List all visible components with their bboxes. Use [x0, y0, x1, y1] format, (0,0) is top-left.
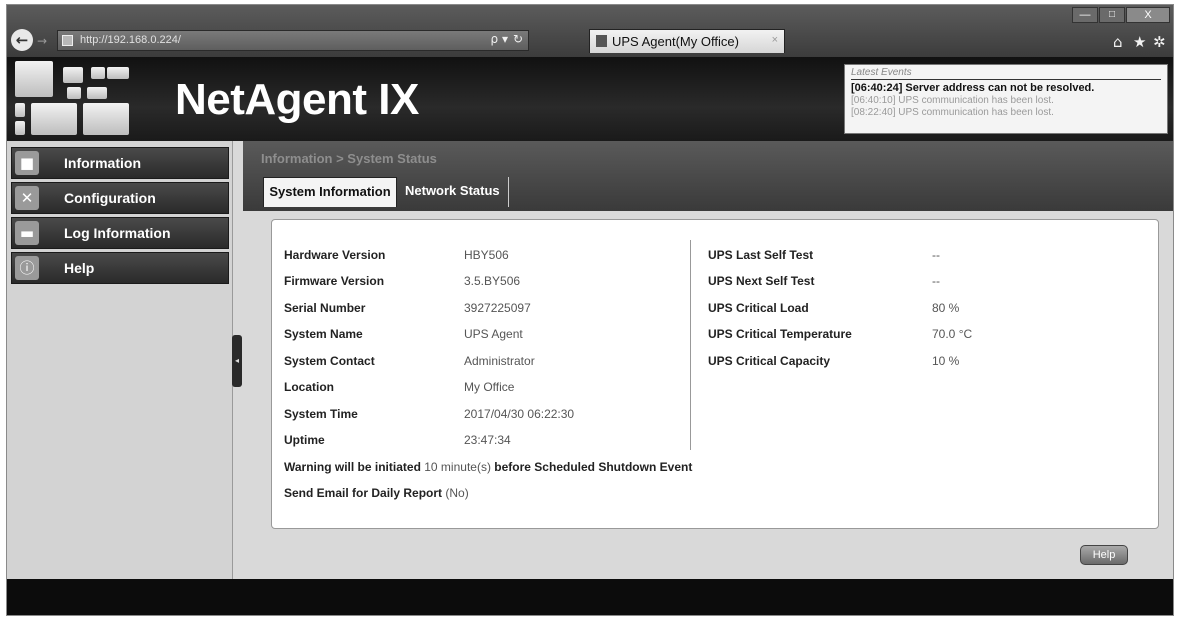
- sidebar-item-label: Information: [64, 155, 141, 171]
- system-information-panel: Hardware Version HBY506 Firmware Version…: [271, 219, 1159, 529]
- info-value: HBY506: [464, 248, 509, 262]
- info-label: Location: [284, 380, 334, 394]
- info-value: Administrator: [464, 354, 535, 368]
- ups-label: UPS Critical Load: [708, 301, 809, 315]
- info-value: UPS Agent: [464, 327, 523, 341]
- ups-label: UPS Critical Capacity: [708, 354, 831, 368]
- info-label: Serial Number: [284, 301, 366, 315]
- ups-label: UPS Last Self Test: [708, 248, 814, 262]
- sidebar-collapse-handle[interactable]: ◂: [232, 335, 242, 387]
- ups-label: UPS Next Self Test: [708, 274, 815, 288]
- folder-icon: ▬: [15, 221, 39, 245]
- event-item: [08:22:40] UPS communication has been lo…: [851, 107, 1054, 118]
- browser-tab[interactable]: UPS Agent(My Office) ×: [589, 29, 785, 53]
- app-title: NetAgent IX: [175, 75, 419, 124]
- ups-value: 10 %: [932, 354, 960, 368]
- info-value: 3.5.BY506: [464, 274, 521, 288]
- dropdown-glyph: ▾: [501, 32, 508, 46]
- sidebar-item-configuration[interactable]: ✕ Configuration: [11, 182, 229, 214]
- tab-favicon-icon: [596, 35, 607, 47]
- warning-prefix: Warning will be initiated: [284, 460, 421, 474]
- info-value: 3927225097: [464, 301, 531, 315]
- browser-window: ← → http://192.168.0.224/ ρ ▾ ↻ UPS Agen…: [6, 4, 1174, 616]
- warning-minutes: 10 minute(s): [424, 460, 491, 474]
- address-bar[interactable]: http://192.168.0.224/ ρ ▾ ↻: [57, 30, 529, 51]
- ups-value: 80 %: [932, 301, 960, 315]
- close-tab-icon[interactable]: ×: [772, 34, 778, 46]
- ups-value: 70.0 °C: [932, 327, 973, 341]
- email-value: (No): [445, 486, 469, 500]
- tools-icon: ✕: [15, 186, 39, 210]
- sidebar-item-label: Help: [64, 260, 95, 276]
- info-icon: ⓘ: [15, 256, 39, 280]
- browser-toolbar: ← → http://192.168.0.224/ ρ ▾ ↻ UPS Agen…: [7, 5, 1173, 57]
- warning-suffix: before Scheduled Shutdown Event: [494, 460, 693, 474]
- refresh-icon[interactable]: ↻: [513, 32, 523, 46]
- info-label: System Name: [284, 327, 363, 341]
- home-icon[interactable]: ⌂: [1113, 33, 1123, 51]
- information-menu-icon: ■: [15, 151, 39, 175]
- forward-arrow-icon[interactable]: →: [37, 33, 53, 49]
- maximize-button[interactable]: □: [1099, 7, 1125, 23]
- minimize-button[interactable]: —: [1072, 7, 1098, 23]
- tab-system-information[interactable]: System Information: [263, 177, 397, 207]
- back-arrow-icon[interactable]: ←: [11, 29, 33, 51]
- info-value: 2017/04/30 06:22:30: [464, 407, 575, 421]
- info-label: Uptime: [284, 433, 325, 447]
- sidebar-item-label: Configuration: [64, 190, 156, 206]
- info-value: My Office: [464, 380, 515, 394]
- info-label: Hardware Version: [284, 248, 386, 262]
- info-label: Firmware Version: [284, 274, 385, 288]
- ups-label: UPS Critical Temperature: [708, 327, 852, 341]
- status-bar: [7, 579, 1173, 615]
- close-window-button[interactable]: X: [1126, 7, 1170, 23]
- email-prefix: Send Email for Daily Report: [284, 486, 443, 500]
- shutdown-warning-note: Warning will be initiated 10 minute(s) b…: [284, 460, 692, 474]
- ups-value: --: [932, 248, 940, 262]
- main-content: Information > System Status System Infor…: [243, 141, 1173, 579]
- tab-title: UPS Agent(My Office): [612, 34, 739, 49]
- sidebar-item-help[interactable]: ⓘ Help: [11, 252, 229, 284]
- search-icon[interactable]: ρ ▾: [491, 32, 508, 46]
- latest-events-title: Latest Events: [851, 67, 1161, 80]
- info-value: 23:47:34: [464, 433, 511, 447]
- sidebar-item-information[interactable]: ■ Information: [11, 147, 229, 179]
- sidebar-item-log-information[interactable]: ▬ Log Information: [11, 217, 229, 249]
- column-divider: [690, 240, 691, 450]
- gear-icon[interactable]: ✲: [1153, 33, 1166, 51]
- latest-events-panel: Latest Events [06:40:24] Server address …: [844, 64, 1168, 134]
- daily-report-note: Send Email for Daily Report (No): [284, 486, 469, 500]
- address-url[interactable]: http://192.168.0.224/: [80, 34, 181, 46]
- content-header: Information > System Status System Infor…: [243, 141, 1173, 211]
- event-item: [06:40:24] Server address can not be res…: [851, 82, 1095, 94]
- search-glyph: ρ: [490, 32, 499, 46]
- breadcrumb: Information > System Status: [261, 151, 437, 166]
- ups-value: --: [932, 274, 940, 288]
- page-favicon-icon: [62, 35, 73, 46]
- info-label: System Contact: [284, 354, 375, 368]
- help-button[interactable]: Help: [1080, 545, 1128, 565]
- tab-network-status[interactable]: Network Status: [401, 177, 509, 207]
- event-item: [06:40:10] UPS communication has been lo…: [851, 95, 1054, 106]
- netagent-logo: [15, 61, 180, 137]
- favorites-star-icon[interactable]: ★: [1133, 33, 1146, 51]
- sidebar: ■ Information ✕ Configuration ▬ Log Info…: [7, 141, 233, 579]
- sidebar-item-label: Log Information: [64, 225, 171, 241]
- app-header: NetAgent IX Latest Events [06:40:24] Ser…: [7, 57, 1173, 141]
- info-label: System Time: [284, 407, 358, 421]
